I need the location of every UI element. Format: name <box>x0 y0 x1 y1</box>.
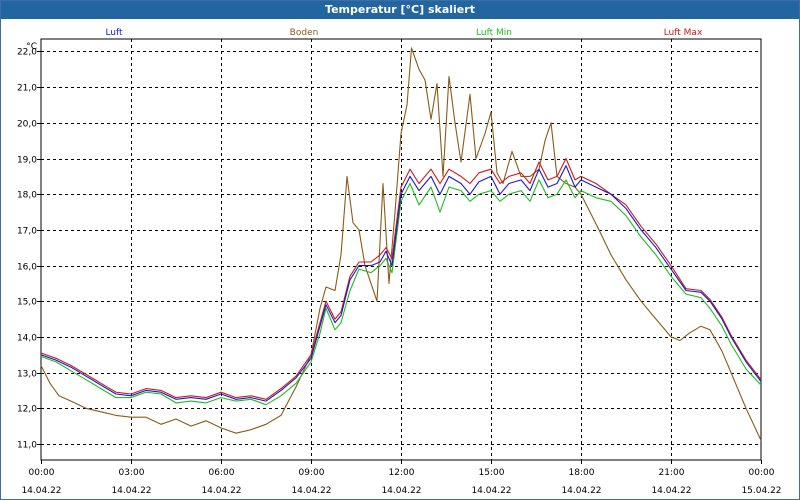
x-tick-date-label: 14.04.22 <box>111 486 151 496</box>
y-tick-label: 21,0 <box>17 84 37 94</box>
y-tick-label: 12,0 <box>17 405 37 415</box>
y-tick-label: 20,0 <box>17 120 37 130</box>
x-tick-date-label: 14.04.22 <box>201 486 241 496</box>
legend-entry-luft: Luft <box>105 28 123 38</box>
x-tick-date-label: 15.04.22 <box>741 486 781 496</box>
x-tick-time-label: 06:00 <box>209 468 235 478</box>
x-tick-time-label: 21:00 <box>659 468 685 478</box>
y-tick-label: 15,0 <box>17 298 37 308</box>
x-tick-time-label: 12:00 <box>389 468 415 478</box>
legend-entry-luft-min: Luft Min <box>476 28 512 38</box>
x-tick-time-label: 09:00 <box>299 468 325 478</box>
x-tick-time-label: 00:00 <box>749 468 775 478</box>
temperature-chart: 11,0 12,0 13,0 14,0 15,0 16,0 17,0 18,0 19,0 20,0… <box>17 28 782 496</box>
y-tick-label: 18,0 <box>17 191 37 201</box>
x-tick-time-label: 15:00 <box>479 468 505 478</box>
y-tick-label: 17,0 <box>17 227 37 237</box>
y-tick-label: 14,0 <box>17 334 37 344</box>
chart-window: Temperatur [°C] skaliert 11,0 12,0 13,0 14,… <box>0 0 800 500</box>
x-tick-time-label: 18:00 <box>569 468 595 478</box>
x-tick-date-label: 14.04.22 <box>651 486 691 496</box>
y-tick-label: 16,0 <box>17 263 37 273</box>
window-title: Temperatur [°C] skaliert <box>1 1 799 19</box>
x-tick-time-label: 00:00 <box>29 468 55 478</box>
y-tick-label: 19,0 <box>17 156 37 166</box>
x-tick-date-label: 14.04.22 <box>561 486 601 496</box>
y-tick-label: 13,0 <box>17 370 37 380</box>
x-tick-date-label: 14.04.22 <box>291 486 331 496</box>
x-tick-date-label: 14.04.22 <box>471 486 511 496</box>
x-tick-date-label: 14.04.22 <box>21 486 61 496</box>
x-tick-time-label: 03:00 <box>119 468 145 478</box>
y-axis-unit-label: °C <box>26 42 37 52</box>
y-tick-label: 11,0 <box>17 441 37 451</box>
x-tick-date-label: 14.04.22 <box>381 486 421 496</box>
legend-entry-luft-max: Luft Max <box>664 28 703 38</box>
legend-entry-boden: Boden <box>290 28 319 38</box>
